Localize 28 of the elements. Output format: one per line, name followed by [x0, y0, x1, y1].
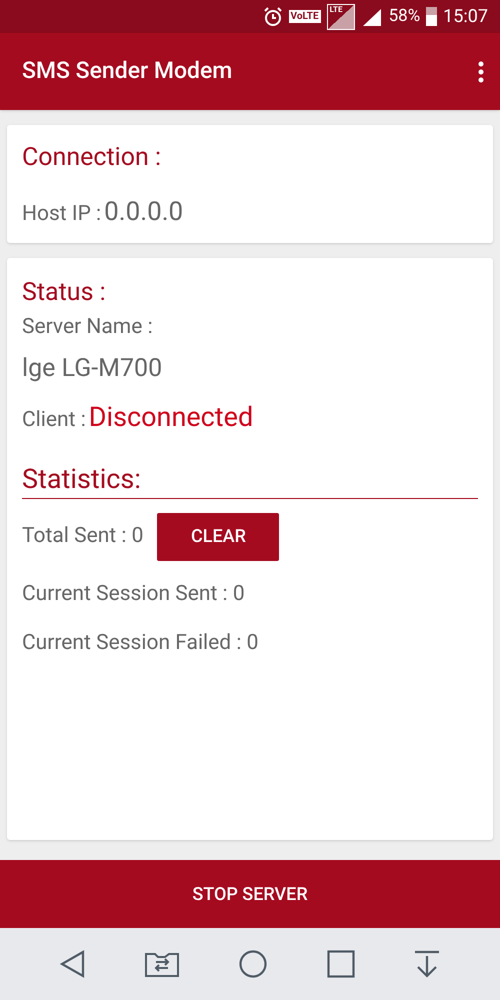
status-heading: Status : — [22, 278, 107, 308]
statistic-text: Total Sent : 0 — [22, 522, 144, 550]
alarm-clock-icon — [262, 6, 283, 26]
server-name-label: Server Name : — [22, 314, 154, 341]
client-value: Disconnected — [88, 400, 254, 435]
clear-button[interactable]: CLEAR — [157, 512, 280, 560]
home-icon[interactable] — [238, 950, 267, 978]
statistic-text: Current Session Sent : 0 — [22, 580, 245, 608]
recent-apps-icon[interactable] — [326, 950, 355, 978]
app-title: SMS Sender Modem — [22, 56, 232, 86]
back-icon[interactable] — [60, 950, 86, 978]
host-ip-value: 0.0.0.0 — [104, 196, 184, 229]
battery-percent: 58% — [388, 4, 420, 28]
client-label: Client : — [22, 407, 86, 434]
statistic-text: Current Session Failed : 0 — [22, 630, 258, 657]
connection-heading: Connection : — [22, 143, 162, 173]
volte-badge: VoLTE — [288, 10, 321, 23]
stop-server-button[interactable]: STOP SERVER — [0, 860, 500, 928]
lte-signal-badge: LTE — [326, 4, 355, 30]
server-name-value: lge LG-M700 — [22, 352, 164, 384]
statistics-heading: Statistics: — [22, 460, 478, 498]
clock: 15:07 — [443, 5, 488, 29]
swap-icon[interactable] — [145, 951, 180, 977]
signal-icon — [360, 6, 383, 26]
battery-icon — [426, 7, 438, 26]
more-options-icon[interactable] — [478, 60, 484, 82]
notification-drawer-icon[interactable] — [414, 950, 440, 978]
host-ip-label: Host IP : — [22, 201, 102, 228]
